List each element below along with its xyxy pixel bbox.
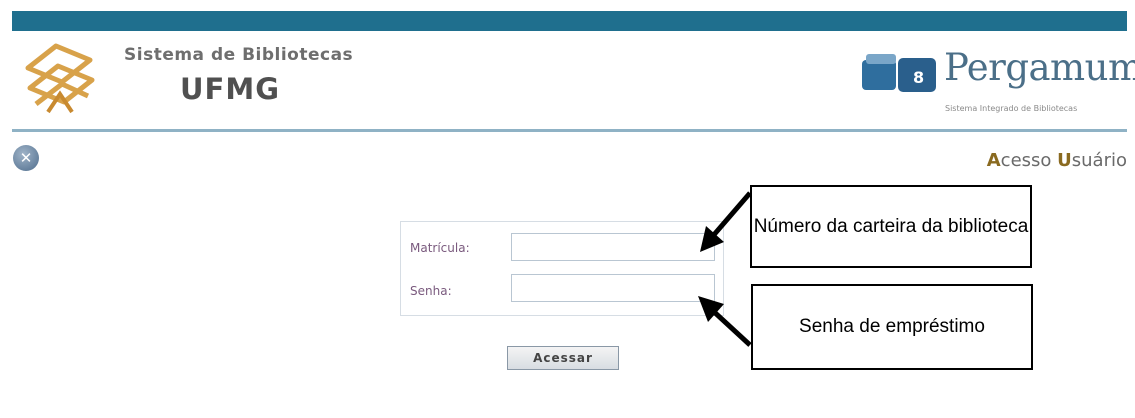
page-title-rest: suário <box>1071 150 1127 171</box>
page-title-letter-a: A <box>986 150 1001 171</box>
header-divider <box>12 129 1127 132</box>
svg-text:8: 8 <box>913 68 924 87</box>
header-top-bar <box>12 11 1127 31</box>
org-name-line1: Sistema de Bibliotecas <box>124 45 354 65</box>
matricula-input[interactable] <box>511 233 715 261</box>
pergamum-subtitle: Sistema Integrado de Bibliotecas <box>945 104 1078 113</box>
matricula-annotation: Número da carteira da biblioteca <box>750 185 1032 268</box>
access-button[interactable]: Acessar <box>507 346 619 370</box>
pergamum-brand-name: Pergamum <box>944 46 1135 89</box>
senha-annotation: Senha de empréstimo <box>751 284 1033 370</box>
pergamum-books-icon: 8 <box>862 54 936 92</box>
page-title-letter-u: U <box>1057 150 1072 171</box>
page-title-part: cesso <box>1000 150 1058 171</box>
ufmg-logo <box>25 43 95 114</box>
page-title: Acesso Usuário <box>987 150 1127 171</box>
close-icon[interactable]: ✕ <box>13 145 39 171</box>
matricula-label: Matrícula: <box>410 241 470 255</box>
senha-label: Senha: <box>410 284 452 298</box>
senha-input[interactable] <box>511 274 715 302</box>
org-name-line2: UFMG <box>180 72 281 106</box>
